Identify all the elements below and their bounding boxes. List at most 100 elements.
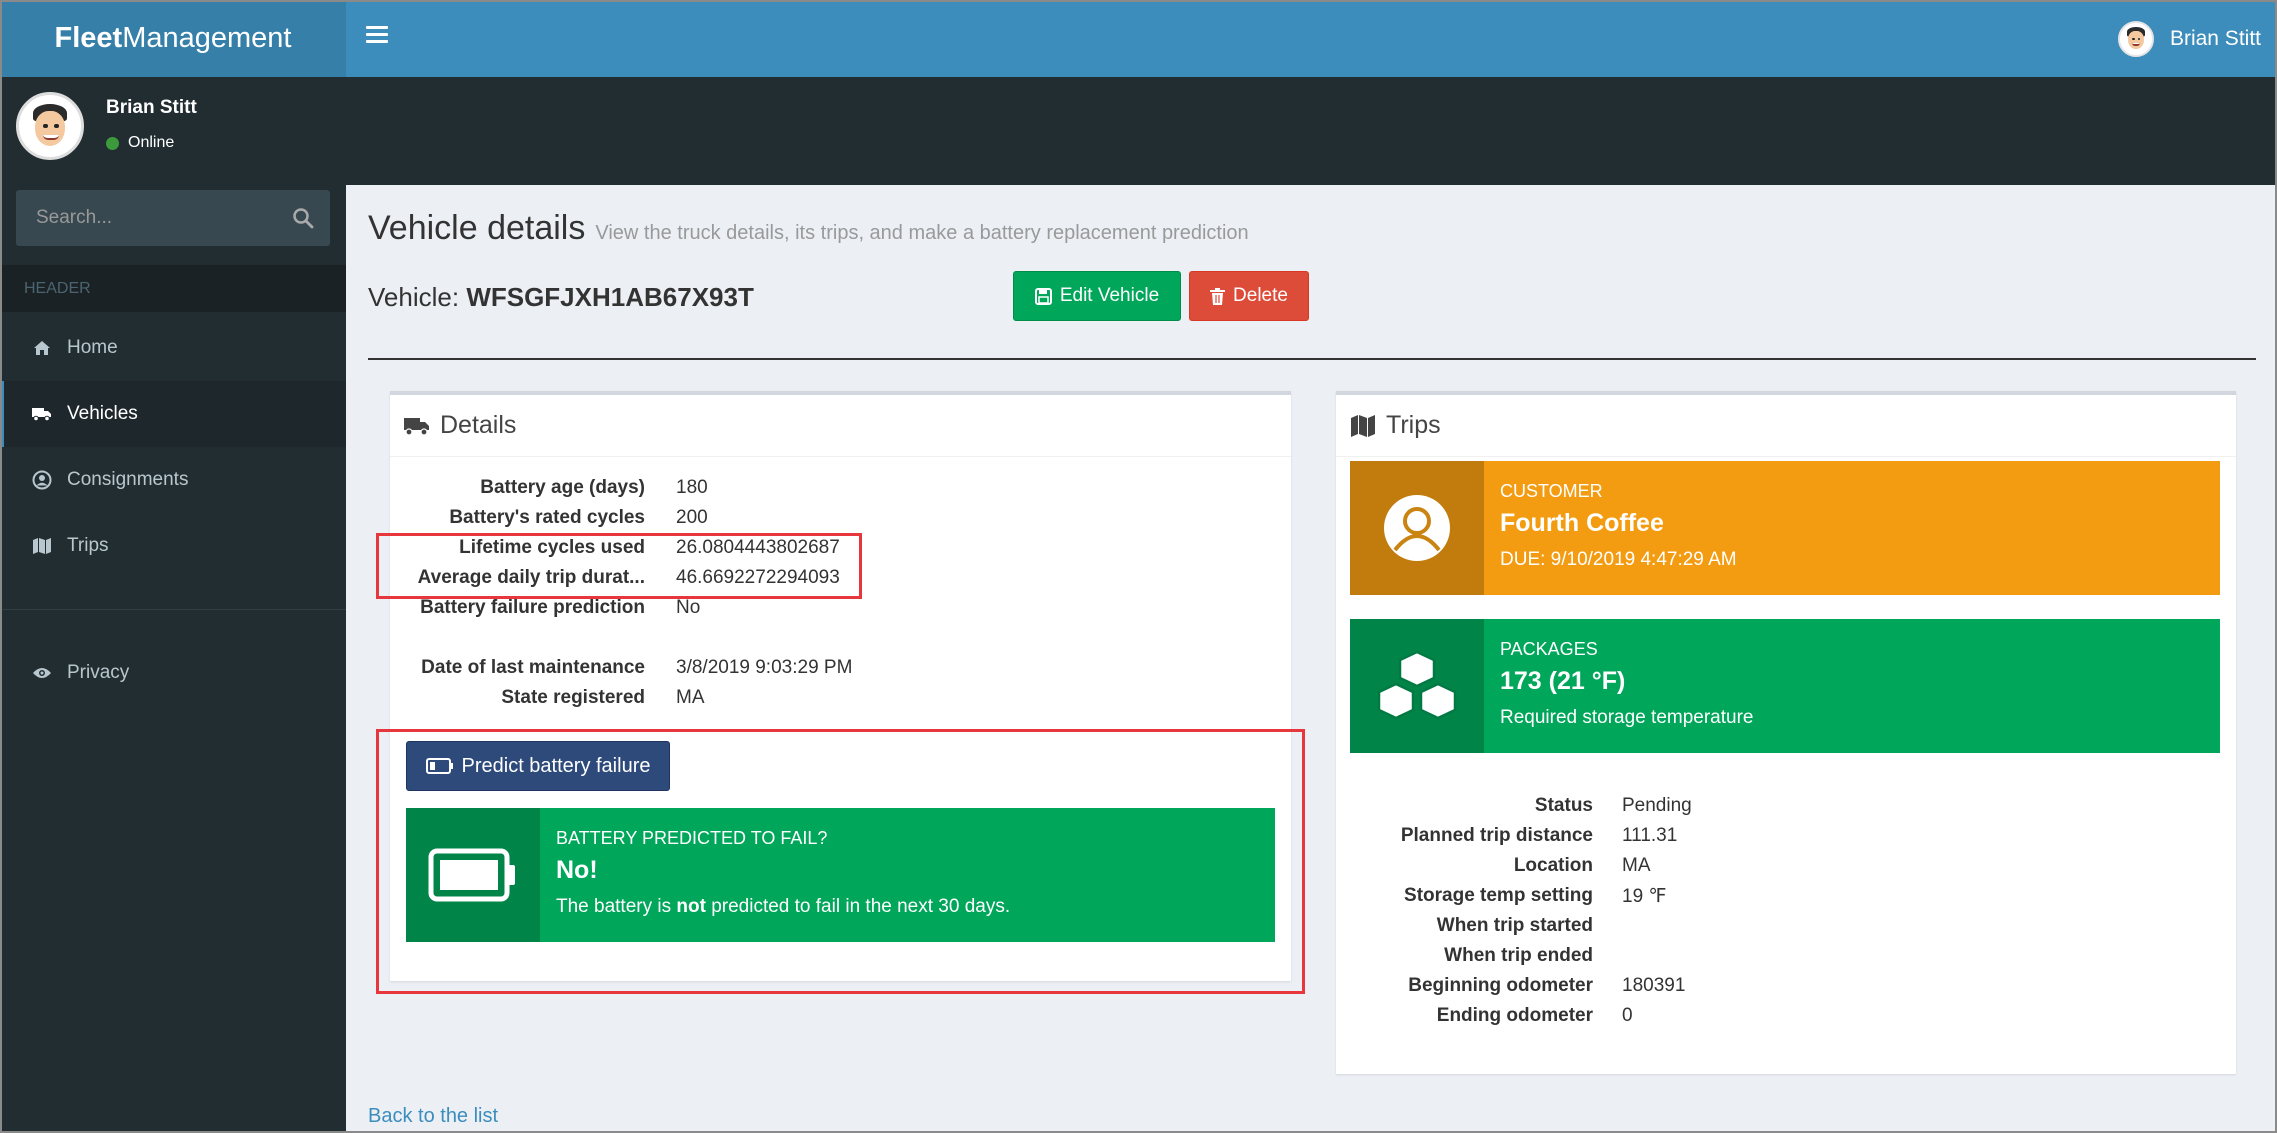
vehicle-label: Vehicle: <box>368 282 460 312</box>
customer-info-box: CUSTOMER Fourth Coffee DUE: 9/10/2019 4:… <box>1350 461 2220 595</box>
logo-bold: Fleet <box>54 22 123 54</box>
sidebar-item-label: Vehicles <box>67 403 138 424</box>
search-icon[interactable] <box>292 207 314 229</box>
trip-label: Ending odometer <box>1436 1005 1593 1026</box>
trip-label: When trip ended <box>1444 945 1593 966</box>
prediction-answer: No! <box>556 856 598 884</box>
trip-value: Pending <box>1622 795 1692 816</box>
avatar <box>2117 21 2154 57</box>
page-title-text: Vehicle details <box>368 209 586 247</box>
trip-value: MA <box>1622 855 1651 876</box>
truck-icon <box>31 403 53 425</box>
sidebar-item-trips[interactable]: Trips <box>0 513 346 579</box>
user-menu[interactable]: Brian Stitt <box>2117 20 2261 58</box>
trip-label: Storage temp setting <box>1404 885 1593 906</box>
trip-row: Planned trip distance 111.31 <box>1336 821 2236 851</box>
map-icon <box>31 535 53 557</box>
predict-battery-failure-button[interactable]: Predict battery failure <box>406 741 670 791</box>
trip-row: Status Pending <box>1336 791 2236 821</box>
save-icon <box>1034 287 1052 305</box>
main-content: Vehicle details View the truck details, i… <box>346 185 2277 1133</box>
trip-value: 111.31 <box>1622 825 1678 846</box>
delete-button[interactable]: Delete <box>1189 271 1309 321</box>
packages-label: PACKAGES <box>1500 639 1598 659</box>
search-input[interactable] <box>16 190 276 246</box>
top-navbar: FleetManagement Brian Stitt <box>0 0 2277 77</box>
user-panel: Brian Stitt Online <box>0 77 346 185</box>
trip-row: When trip ended <box>1336 941 2236 971</box>
app-logo[interactable]: FleetManagement <box>0 0 346 77</box>
status-label: Online <box>128 134 175 151</box>
trips-box-header: Trips <box>1336 395 2236 457</box>
detail-row: Average daily trip durat... 46.6692272294… <box>390 563 1291 593</box>
trip-label: Status <box>1534 795 1593 816</box>
trip-value: 19 ℉ <box>1622 886 1667 907</box>
customer-due: DUE: 9/10/2019 4:47:29 AM <box>1500 549 1737 570</box>
detail-row: Lifetime cycles used 26.0804443802687 <box>390 533 1291 563</box>
trips-box: Trips CUSTOMER Fourth Coffee DUE: 9/10/2… <box>1336 391 2236 1074</box>
trip-label: Location <box>1513 855 1593 876</box>
online-dot-icon <box>106 136 119 150</box>
details-list-2: Date of last maintenance 3/8/2019 9:03:29… <box>390 653 1291 713</box>
eye-icon <box>31 662 53 684</box>
detail-value: 180 <box>676 477 708 498</box>
sidebar-menu: Home Vehicles Consignments Trips <box>0 315 346 579</box>
edit-vehicle-button[interactable]: Edit Vehicle <box>1013 271 1181 321</box>
detail-row: Date of last maintenance 3/8/2019 9:03:29… <box>390 653 1291 683</box>
user-circle-icon <box>1350 461 1484 595</box>
packages-info-box: PACKAGES 173 (21 °F) Required storage te… <box>1350 619 2220 753</box>
trash-icon <box>1210 287 1226 305</box>
sidebar-item-consignments[interactable]: Consignments <box>0 447 346 513</box>
sidebar-item-vehicles[interactable]: Vehicles <box>0 381 346 447</box>
customer-label: CUSTOMER <box>1500 481 1603 501</box>
vehicle-heading: Vehicle: WFSGFJXH1AB67X93T <box>368 282 754 313</box>
packages-description: Required storage temperature <box>1500 707 1754 728</box>
vehicle-id: WFSGFJXH1AB67X93T <box>466 282 754 312</box>
detail-label: Date of last maintenance <box>421 657 645 678</box>
customer-name: Fourth Coffee <box>1500 509 1664 537</box>
trip-row: When trip started <box>1336 911 2236 941</box>
detail-label: State registered <box>501 687 645 708</box>
sidebar-item-label: Home <box>67 337 118 358</box>
trip-details-list: Status Pending Planned trip distance 111.3… <box>1336 791 2236 1031</box>
back-to-list-link[interactable]: Back to the list <box>368 1105 498 1128</box>
edit-vehicle-label: Edit Vehicle <box>1059 285 1160 306</box>
logo-rest: Management <box>122 22 292 54</box>
details-title: Details <box>440 411 517 439</box>
prediction-desc-bold: not <box>676 896 706 917</box>
sidebar-item-privacy[interactable]: Privacy <box>0 640 346 706</box>
sidebar-item-label: Trips <box>67 535 109 556</box>
trips-title: Trips <box>1386 411 1441 439</box>
detail-label: Average daily trip durat... <box>417 567 645 588</box>
sidebar-item-label: Consignments <box>67 469 189 490</box>
detail-row: Battery failure prediction No <box>390 593 1291 623</box>
trip-label: Planned trip distance <box>1400 825 1593 846</box>
detail-value: 26.0804443802687 <box>676 537 840 558</box>
details-list: Battery age (days) 180 Battery's rated cy… <box>390 473 1291 623</box>
packages-value: 173 (21 °F) <box>1500 667 1626 695</box>
trip-label: When trip started <box>1436 915 1593 936</box>
user-status: Online <box>106 134 174 152</box>
user-panel-name: Brian Stitt <box>106 97 197 118</box>
content-header-band <box>346 77 2277 185</box>
battery-icon <box>425 758 454 774</box>
detail-label: Lifetime cycles used <box>459 537 645 558</box>
prediction-title: BATTERY PREDICTED TO FAIL? <box>556 828 828 848</box>
detail-row: Battery age (days) 180 <box>390 473 1291 503</box>
divider <box>368 358 2256 360</box>
trip-row: Beginning odometer 180391 <box>1336 971 2236 1001</box>
details-box: Details Battery age (days) 180 Battery's … <box>390 391 1291 981</box>
trip-value: 180391 <box>1622 975 1686 996</box>
map-icon <box>1350 414 1376 438</box>
home-icon <box>31 337 53 359</box>
prediction-desc-after: predicted to fail in the next 30 days. <box>705 896 1011 917</box>
sidebar-item-home[interactable]: Home <box>0 315 346 381</box>
detail-label: Battery's rated cycles <box>449 507 645 528</box>
predict-button-label: Predict battery failure <box>461 754 651 777</box>
trip-row: Ending odometer 0 <box>1336 1001 2236 1031</box>
detail-value: No <box>676 597 701 618</box>
battery-prediction-box: BATTERY PREDICTED TO FAIL? No! The batte… <box>406 808 1275 942</box>
sidebar-toggle-icon[interactable] <box>366 26 388 48</box>
detail-row: Battery's rated cycles 200 <box>390 503 1291 533</box>
detail-value: 200 <box>676 507 708 528</box>
